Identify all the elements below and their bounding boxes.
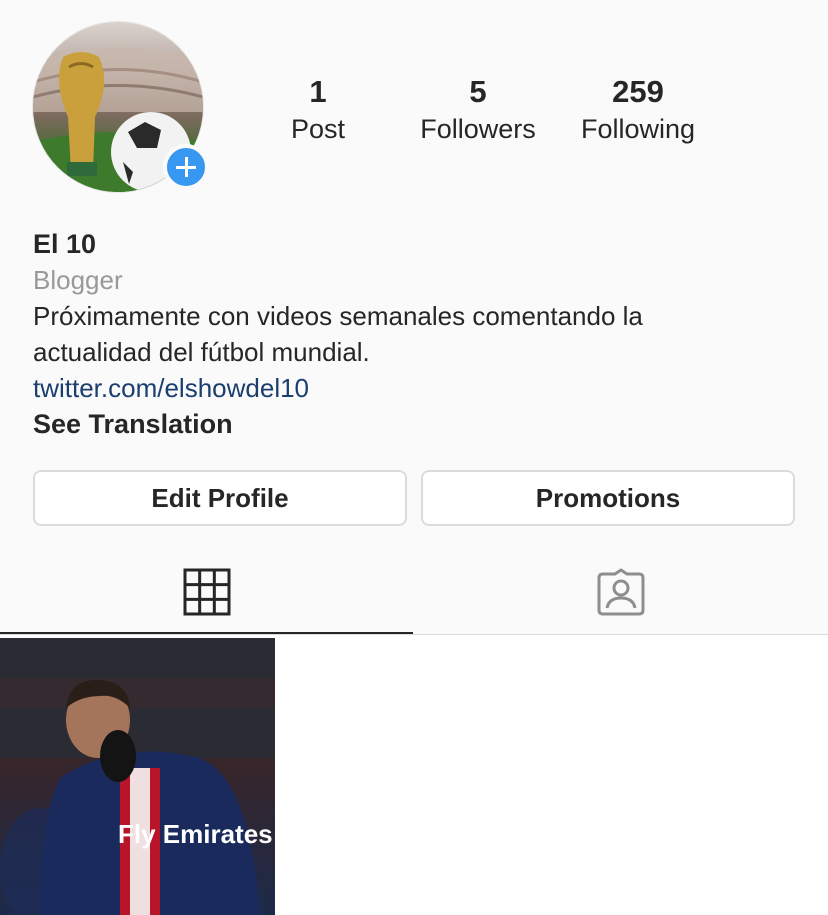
jersey-sponsor-text: Fly Emirates <box>118 819 273 849</box>
promotions-button[interactable]: Promotions <box>421 470 795 526</box>
edit-profile-button[interactable]: Edit Profile <box>33 470 407 526</box>
grid-icon <box>183 568 231 616</box>
profile-name: El 10 <box>33 229 97 259</box>
posts-label: Post <box>290 114 346 144</box>
tagged-user-icon <box>597 568 645 616</box>
player-photo: Fly Emirates <box>0 638 275 915</box>
tab-tagged[interactable] <box>414 550 828 636</box>
profile-tabs <box>0 550 828 636</box>
see-translation-link[interactable]: See Translation <box>33 406 793 442</box>
bio-line-2: actualidad del fútbol mundial. <box>33 337 370 367</box>
posts-number: 1 <box>309 74 327 109</box>
followers-number: 5 <box>469 74 487 109</box>
followers-count[interactable]: 5 Followers <box>398 74 558 148</box>
posts-count[interactable]: 1 Post <box>238 74 398 148</box>
profile-category: Blogger <box>33 265 123 295</box>
tab-grid[interactable] <box>0 550 414 636</box>
post-thumbnail[interactable]: Fly Emirates <box>0 638 275 915</box>
bio-line-1: Próximamente con videos semanales coment… <box>33 301 643 331</box>
profile-bio: El 10 Blogger Próximamente con videos se… <box>33 226 793 442</box>
following-label: Following <box>580 114 696 144</box>
followers-label: Followers <box>420 114 536 144</box>
add-story-button[interactable] <box>163 144 209 190</box>
following-count[interactable]: 259 Following <box>558 74 718 148</box>
profile-link[interactable]: twitter.com/elshowdel10 <box>33 370 793 406</box>
following-number: 259 <box>612 74 664 109</box>
